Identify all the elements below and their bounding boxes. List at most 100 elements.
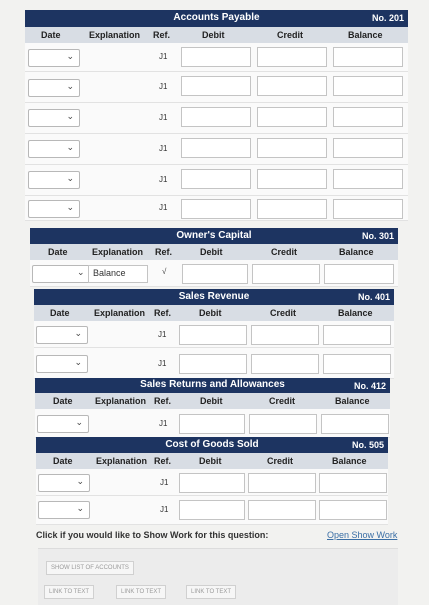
balance-input[interactable] [333, 199, 403, 219]
date-select[interactable]: ⌄ [28, 140, 80, 158]
balance-input[interactable] [333, 138, 403, 158]
credit-input[interactable] [257, 138, 327, 158]
ledger-title: Cost of Goods Sold [165, 439, 259, 450]
col-ref: Ref. [155, 247, 173, 257]
col-balance: Balance [338, 308, 373, 318]
debit-input[interactable] [182, 264, 248, 284]
ledger-number: No. 505 [351, 440, 384, 450]
table-row: ⌄ J1 [34, 321, 394, 348]
ref-value: J1 [158, 359, 167, 368]
date-select[interactable]: ⌄ [38, 474, 90, 492]
table-row: ⌄ J1 [34, 348, 394, 379]
ledger-title: Accounts Payable [173, 12, 260, 23]
date-select[interactable]: ⌄ [28, 109, 80, 127]
debit-input[interactable] [181, 169, 251, 189]
ledger-header: Sales Returns and Allowances No. 412 [35, 378, 390, 393]
chevron-down-icon: ⌄ [66, 111, 74, 121]
credit-input[interactable] [249, 414, 317, 434]
col-date: Date [48, 247, 68, 257]
date-select[interactable]: ⌄ [28, 79, 80, 97]
col-credit: Credit [270, 308, 297, 318]
ledger-number: No. 412 [353, 381, 386, 391]
open-show-work-link[interactable]: Open Show Work [327, 530, 397, 540]
ledger-number: No. 401 [357, 292, 390, 302]
col-debit: Debit [200, 396, 223, 406]
link-to-text-button-2[interactable]: LINK TO TEXT [116, 585, 167, 599]
debit-input[interactable] [181, 107, 251, 127]
col-ref: Ref. [153, 30, 171, 40]
resource-panel: SHOW LIST OF ACCOUNTS LINK TO TEXT LINK … [38, 548, 398, 605]
debit-input[interactable] [181, 199, 251, 219]
col-date: Date [53, 396, 73, 406]
balance-input[interactable] [324, 264, 394, 284]
date-select[interactable]: ⌄ [32, 265, 90, 283]
credit-input[interactable] [257, 169, 327, 189]
ledger-header: Sales Revenue No. 401 [34, 289, 394, 305]
date-select[interactable]: ⌄ [28, 171, 80, 189]
debit-input[interactable] [179, 500, 245, 520]
chevron-down-icon: ⌄ [66, 142, 74, 152]
date-select[interactable]: ⌄ [36, 326, 88, 344]
ledger-accounts-payable: Accounts Payable No. 201 Date Explanatio… [25, 10, 408, 221]
debit-input[interactable] [181, 138, 251, 158]
col-explanation: Explanation [95, 396, 147, 406]
ref-value: J1 [159, 52, 168, 61]
credit-input[interactable] [248, 473, 316, 493]
show-list-of-accounts-button[interactable]: SHOW LIST OF ACCOUNTS [46, 561, 134, 575]
date-select[interactable]: ⌄ [36, 355, 88, 373]
col-date: Date [53, 456, 73, 466]
ledger-title: Sales Revenue [178, 291, 250, 302]
date-select[interactable]: ⌄ [28, 49, 80, 67]
chevron-down-icon: ⌄ [76, 476, 84, 486]
ref-value: J1 [160, 478, 169, 487]
credit-input[interactable] [257, 199, 327, 219]
balance-input[interactable] [333, 169, 403, 189]
table-row: ⌄ J1 [25, 103, 408, 134]
balance-input[interactable] [323, 325, 391, 345]
balance-input[interactable] [319, 500, 387, 520]
ref-value: J1 [158, 330, 167, 339]
balance-input[interactable] [333, 76, 403, 96]
table-row: ⌄ J1 [36, 469, 388, 496]
col-date: Date [50, 308, 70, 318]
date-select[interactable]: ⌄ [38, 501, 90, 519]
balance-input[interactable] [333, 107, 403, 127]
debit-input[interactable] [179, 473, 245, 493]
link-to-text-button-3[interactable]: LINK TO TEXT [186, 585, 237, 599]
ledger-number: No. 301 [361, 231, 394, 241]
credit-input[interactable] [252, 264, 320, 284]
col-credit: Credit [271, 247, 298, 257]
chevron-down-icon: ⌄ [74, 357, 82, 367]
ledger-owners-capital: Owner's Capital No. 301 Date Explanation… [30, 228, 398, 287]
ledger-title: Sales Returns and Allowances [140, 379, 285, 390]
explanation-value: Balance [93, 268, 126, 278]
balance-input[interactable] [323, 354, 391, 374]
credit-input[interactable] [257, 76, 327, 96]
credit-input[interactable] [251, 354, 319, 374]
date-select[interactable]: ⌄ [37, 415, 89, 433]
ledger-cost-of-goods-sold: Cost of Goods Sold No. 505 Date Explanat… [36, 437, 388, 525]
credit-input[interactable] [248, 500, 316, 520]
debit-input[interactable] [181, 47, 251, 67]
col-debit: Debit [199, 308, 222, 318]
chevron-down-icon: ⌄ [66, 51, 74, 61]
balance-input[interactable] [319, 473, 387, 493]
col-balance: Balance [348, 30, 383, 40]
ledger-title: Owner's Capital [176, 230, 252, 241]
debit-input[interactable] [179, 325, 247, 345]
balance-input[interactable] [333, 47, 403, 67]
link-to-text-button-1[interactable]: LINK TO TEXT [44, 585, 95, 599]
col-ref: Ref. [154, 396, 172, 406]
table-row: ⌄ J1 [25, 72, 408, 103]
chevron-down-icon: ⌄ [77, 267, 85, 277]
credit-input[interactable] [257, 47, 327, 67]
debit-input[interactable] [181, 76, 251, 96]
credit-input[interactable] [257, 107, 327, 127]
explanation-field[interactable]: Balance [88, 265, 148, 283]
credit-input[interactable] [251, 325, 319, 345]
balance-input[interactable] [321, 414, 389, 434]
col-explanation: Explanation [94, 308, 146, 318]
date-select[interactable]: ⌄ [28, 200, 80, 218]
debit-input[interactable] [179, 354, 247, 374]
debit-input[interactable] [179, 414, 245, 434]
